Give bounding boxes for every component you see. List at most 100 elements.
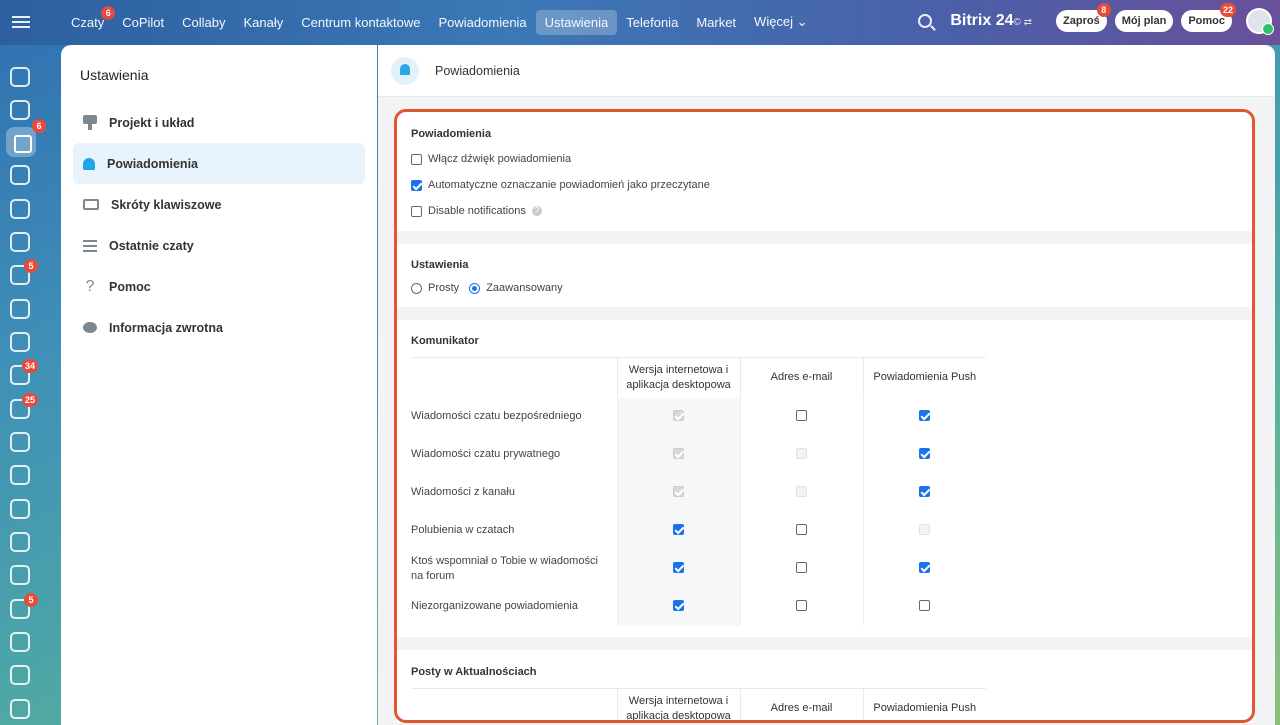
section-title: Powiadomienia	[411, 128, 492, 140]
help-icon[interactable]: ?	[531, 206, 542, 216]
nav-item-powiadomienia[interactable]: Powiadomienia	[430, 10, 536, 35]
tasks-icon[interactable]: 34	[10, 359, 38, 385]
menu-item-pomoc[interactable]: ? Pomoc	[73, 266, 365, 307]
top-right-tools: Bitrix 24© ⇄ Zaproś 8 Mój plan Pomoc 22	[918, 3, 1274, 35]
mode-section: Ustawienia Prosty Zaawansowany	[397, 244, 1252, 307]
menu-icon[interactable]	[12, 13, 30, 31]
option-auto-read[interactable]: Automatyczne oznaczanie powiadomień jako…	[411, 179, 710, 191]
puzzle-icon[interactable]	[10, 67, 30, 87]
option-disable[interactable]: Disable notifications?	[411, 205, 542, 217]
menu-item-skroty[interactable]: Skróty klawiszowe	[73, 184, 365, 225]
nav-item-kanaly[interactable]: Kanały	[235, 10, 293, 35]
nav-item-copilot[interactable]: CoPilot	[113, 10, 173, 35]
matrix-cell	[862, 587, 986, 626]
help-circle-icon[interactable]	[10, 665, 30, 685]
option-sound[interactable]: Włącz dźwięk powiadomienia	[411, 153, 571, 165]
checkbox[interactable]	[673, 523, 684, 535]
checkbox[interactable]	[919, 485, 931, 497]
header-empty	[411, 688, 617, 723]
menu-item-ostatnie-czaty[interactable]: Ostatnie czaty	[73, 225, 365, 266]
checkbox[interactable]	[796, 523, 807, 535]
checkbox[interactable]	[411, 205, 422, 217]
column-header: Wersja internetowa i aplikacja desktopow…	[616, 357, 740, 398]
document-icon[interactable]	[10, 199, 30, 219]
radio-simple[interactable]	[411, 282, 422, 294]
schedule-icon[interactable]	[10, 532, 30, 552]
nav-item-ustawienia[interactable]: Ustawienia	[535, 9, 618, 35]
nav-item-telefonia[interactable]: Telefonia	[617, 10, 687, 35]
checkbox	[673, 409, 684, 421]
mail-icon[interactable]: 5	[10, 259, 38, 285]
matrix-cell	[739, 549, 863, 588]
matrix-cell	[862, 549, 986, 588]
bell-icon	[391, 57, 419, 85]
nav-item-collaby[interactable]: Collaby	[173, 10, 234, 35]
checkbox[interactable]	[919, 447, 931, 459]
cart-icon[interactable]	[10, 465, 30, 485]
radio-label: Prosty	[428, 282, 460, 294]
settings-menu: Projekt i układ Powiadomienia Skróty kla…	[73, 102, 365, 348]
checkbox[interactable]	[673, 599, 684, 611]
target-icon[interactable]	[10, 432, 30, 452]
checkbox[interactable]	[411, 153, 422, 165]
checkbox[interactable]	[796, 599, 807, 611]
matrix-cell	[739, 435, 863, 474]
checkbox[interactable]	[796, 561, 807, 573]
crm-funnel-icon[interactable]: 25	[10, 393, 38, 419]
chat-icon[interactable]: 6	[6, 119, 46, 157]
help-badge: 22	[1219, 3, 1236, 17]
bell-icon	[83, 157, 95, 170]
content-title: Powiadomienia	[435, 64, 520, 78]
brand-logo[interactable]: Bitrix 24© ⇄	[950, 12, 1032, 30]
nav-item-market[interactable]: Market	[687, 10, 745, 35]
checkbox[interactable]	[919, 599, 931, 611]
radio-advanced[interactable]	[469, 282, 481, 294]
groups-icon[interactable]	[10, 299, 30, 319]
row-label: Niezorganizowane powiadomienia	[411, 600, 578, 612]
store-icon[interactable]	[10, 499, 30, 519]
calendar-icon[interactable]	[10, 165, 30, 185]
table-row: Wiadomości z kanału	[411, 473, 986, 512]
matrix-header: Wersja internetowa i aplikacja desktopow…	[411, 357, 986, 398]
checkbox[interactable]	[673, 561, 684, 573]
checkbox	[796, 447, 807, 459]
header-empty	[411, 357, 617, 398]
menu-item-projekt[interactable]: Projekt i układ	[73, 102, 365, 143]
nav-item-wiecej[interactable]: Więcej ⌄	[745, 9, 817, 35]
menu-item-label: Skróty klawiszowe	[111, 197, 222, 212]
invite-button[interactable]: Zaproś 8	[1056, 3, 1111, 32]
top-bar: Czaty 6 CoPilot Collaby Kanały Centrum ko…	[0, 0, 1280, 45]
row-label: Ktoś wspomniał o Tobie w wiadomości na f…	[411, 554, 598, 582]
analytics-icon[interactable]	[10, 565, 30, 585]
nav-item-czaty[interactable]: Czaty 6	[62, 5, 116, 35]
chat-bubble-icon	[83, 322, 97, 333]
nav-label: Czaty	[71, 14, 105, 30]
checkbox[interactable]	[919, 409, 931, 421]
contact-center-icon[interactable]	[10, 332, 30, 352]
help-button[interactable]: Pomoc 22	[1181, 3, 1236, 32]
menu-item-powiadomienia[interactable]: Powiadomienia	[73, 143, 365, 184]
sign-icon[interactable]	[10, 632, 30, 652]
checkbox[interactable]	[411, 179, 422, 191]
matrix-cell	[739, 511, 863, 550]
column-header: Wersja internetowa i aplikacja desktopow…	[616, 688, 740, 723]
table-row: Polubienia w czatach	[411, 511, 986, 550]
menu-item-informacja[interactable]: Informacja zwrotna	[73, 307, 365, 348]
my-plan-button[interactable]: Mój plan	[1114, 10, 1174, 32]
search-icon[interactable]	[918, 14, 933, 28]
invite-label: Zaproś	[1063, 15, 1100, 27]
matrix-cell	[616, 397, 740, 436]
row-label: Wiadomości czatu bezpośredniego	[411, 410, 582, 422]
nav-item-centrum-kontaktowe[interactable]: Centrum kontaktowe	[292, 10, 429, 35]
checkbox[interactable]	[919, 561, 931, 573]
checkbox[interactable]	[796, 409, 807, 421]
feed-icon[interactable]	[10, 100, 30, 120]
section-title: Posty w Aktualnościach	[411, 666, 537, 678]
avatar[interactable]	[1246, 8, 1274, 35]
approvals-icon[interactable]: 5	[10, 593, 38, 619]
drive-icon[interactable]	[10, 232, 30, 252]
top-nav: Czaty 6 CoPilot Collaby Kanały Centrum ko…	[62, 5, 817, 35]
settings-gear-icon[interactable]	[10, 699, 30, 719]
section-title: Ustawienia	[411, 259, 469, 271]
row-label: Wiadomości czatu prywatnego	[411, 448, 561, 460]
